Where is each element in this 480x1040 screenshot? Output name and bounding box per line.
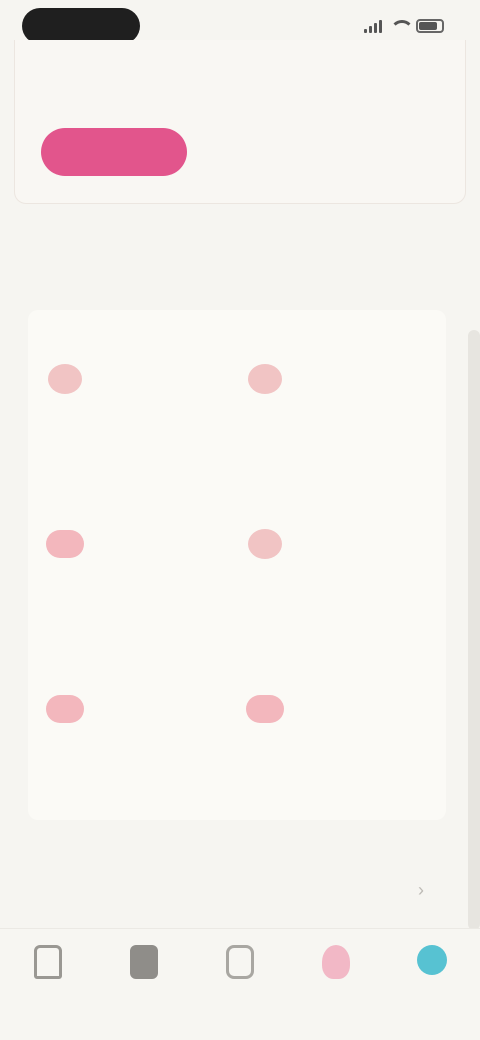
category-icon: [246, 690, 284, 728]
scrollbar[interactable]: [468, 330, 480, 930]
bottom-nav: [0, 928, 480, 1040]
list-icon: [130, 945, 158, 979]
category-tile-5[interactable]: [28, 660, 228, 810]
category-tile-6[interactable]: [228, 660, 428, 810]
nav-item-home[interactable]: [8, 945, 88, 989]
category-icon: [246, 360, 284, 398]
home-icon: [34, 945, 62, 979]
category-icon: [46, 690, 84, 728]
nav-item-profile[interactable]: [392, 945, 472, 985]
chevron-right-icon[interactable]: ›: [418, 880, 424, 901]
category-tile-1[interactable]: [28, 330, 228, 480]
category-tile-3[interactable]: [28, 495, 228, 645]
category-tile-4[interactable]: [228, 495, 428, 645]
nav-item-box[interactable]: [200, 945, 280, 989]
heart-icon: [322, 945, 350, 979]
promo-card: [14, 40, 466, 204]
category-icon: [46, 360, 84, 398]
category-icon: [246, 525, 284, 563]
profile-icon: [417, 945, 447, 975]
status-icons: [364, 19, 444, 33]
category-icon: [46, 525, 84, 563]
promo-button[interactable]: [41, 128, 187, 176]
category-tile-2[interactable]: [228, 330, 428, 480]
box-icon: [226, 945, 254, 979]
wifi-icon: [390, 20, 414, 32]
category-grid: [28, 310, 446, 820]
nav-item-favorites[interactable]: [296, 945, 376, 989]
dynamic-island: [22, 8, 140, 44]
signal-icon: [364, 19, 382, 33]
battery-icon: [416, 19, 444, 33]
nav-item-list[interactable]: [104, 945, 184, 989]
